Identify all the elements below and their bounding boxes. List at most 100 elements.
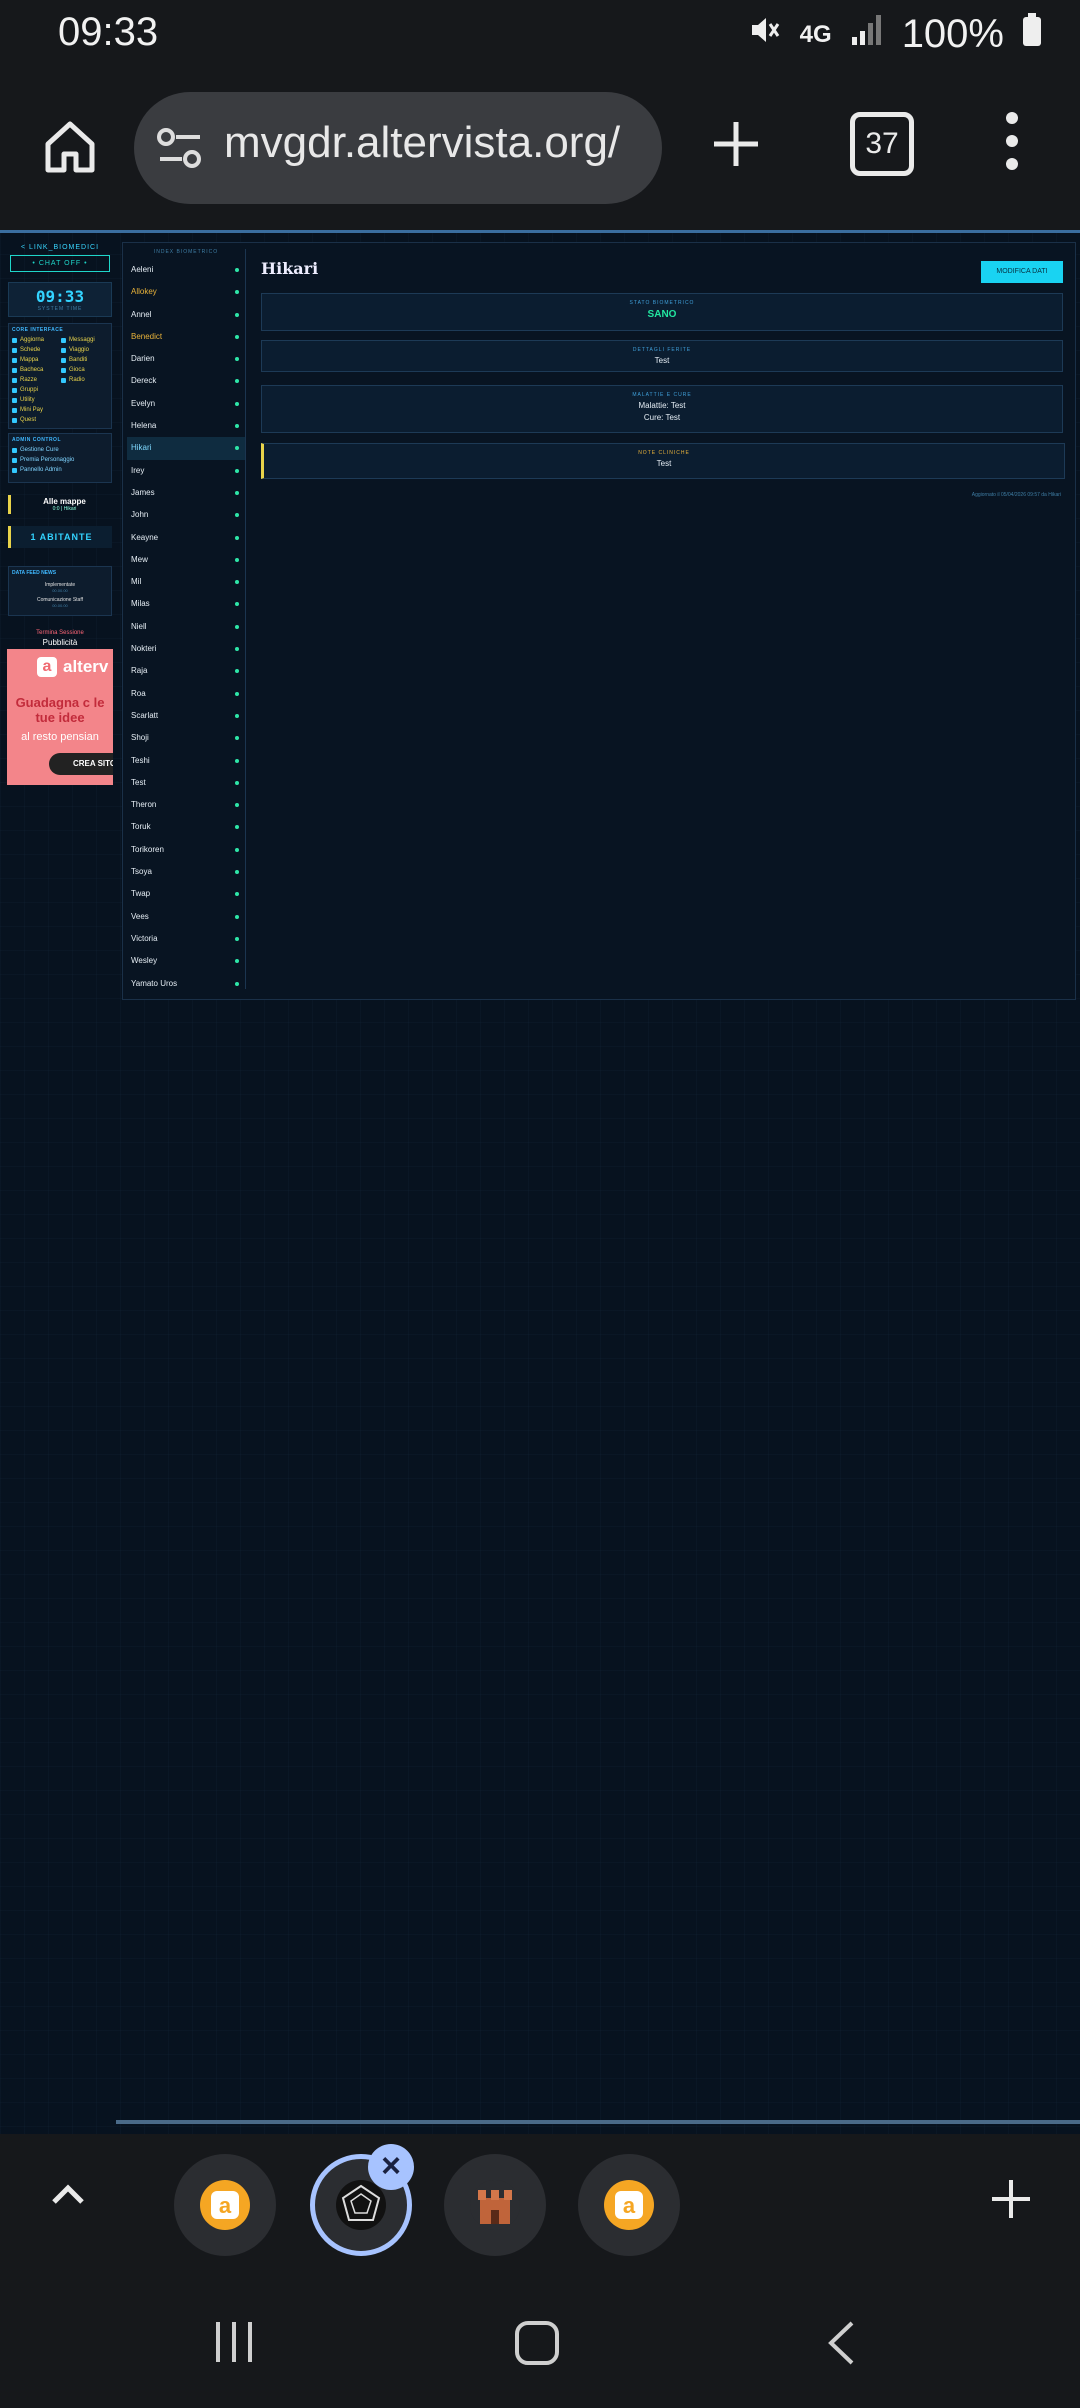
character-item-active[interactable]: Hikari xyxy=(127,437,245,460)
admin-item[interactable]: Premia Personaggio xyxy=(12,457,108,463)
character-item[interactable]: Allokey xyxy=(127,281,245,303)
nav-item[interactable]: Aggiorna xyxy=(12,337,59,343)
cure-line: Cure: Test xyxy=(643,413,681,422)
character-item[interactable]: Evelyn xyxy=(127,393,245,415)
home-icon[interactable] xyxy=(40,116,100,176)
character-item[interactable]: Mil xyxy=(127,571,245,593)
ad-headline: Guadagna c le tue idee xyxy=(15,695,105,725)
admin-icon xyxy=(12,467,17,473)
recent-apps-icon[interactable] xyxy=(212,2320,256,2369)
nav-item[interactable]: Razze xyxy=(12,377,59,383)
injury-value: Test xyxy=(654,356,670,365)
system-nav-bar xyxy=(0,2276,1080,2408)
character-item[interactable]: Theron xyxy=(127,794,245,816)
character-item[interactable]: Yamato Uros xyxy=(127,973,245,995)
ad-brand: alterv xyxy=(63,657,109,676)
maps-link[interactable]: Alle mappe 0:0 | Hikari xyxy=(8,495,112,514)
character-item[interactable]: Mew xyxy=(127,549,245,571)
character-item[interactable]: Niell xyxy=(127,616,245,638)
nav-item[interactable]: Gioca xyxy=(61,367,108,373)
residents-count: 1 ABITANTE xyxy=(8,526,112,548)
status-icons: 4G 100% xyxy=(748,12,1042,57)
nav-icon xyxy=(12,347,17,353)
nav-item[interactable]: Quest xyxy=(12,417,59,423)
add-tab-icon[interactable] xyxy=(990,2178,1032,2220)
nav-item[interactable]: Messaggi xyxy=(61,337,108,343)
admin-item[interactable]: Gestione Cure xyxy=(12,447,108,453)
character-item[interactable]: Teshi xyxy=(127,750,245,772)
nav-item[interactable]: Mini Pay xyxy=(12,407,59,413)
character-item[interactable]: Benedict xyxy=(127,326,245,348)
character-item[interactable]: Annel xyxy=(127,304,245,326)
nav-item[interactable]: Viaggio xyxy=(61,347,108,353)
nav-icon xyxy=(12,357,17,363)
system-clock-label: SYSTEM TIME xyxy=(37,306,83,312)
character-item[interactable]: Roa xyxy=(127,683,245,705)
page-bottom-scrollbar[interactable] xyxy=(116,2120,1080,2124)
link-header[interactable]: < LINK_BIOMEDICI xyxy=(6,244,114,251)
character-item[interactable]: Vees xyxy=(127,906,245,928)
altervista-icon: a xyxy=(604,2180,654,2230)
ad-cta-button[interactable]: CREA SITO xyxy=(49,753,113,775)
address-bar[interactable]: mvgdr.altervista.org/ xyxy=(134,92,662,204)
character-item[interactable]: Keayne xyxy=(127,527,245,549)
character-item[interactable]: Nokteri xyxy=(127,638,245,660)
injury-label: DETTAGLI FERITE xyxy=(632,347,692,353)
logout-link[interactable]: Termina Sessione xyxy=(6,630,114,636)
tab-switcher-button[interactable]: 37 xyxy=(850,112,914,176)
nav-item[interactable]: Banditi xyxy=(61,357,108,363)
character-item[interactable]: Torikoren xyxy=(127,839,245,861)
character-item[interactable]: Test xyxy=(127,772,245,794)
chat-toggle-button[interactable]: • CHAT OFF • xyxy=(10,255,110,272)
svg-text:a: a xyxy=(623,2193,636,2218)
mute-icon xyxy=(748,12,782,57)
nav-item[interactable]: Gruppi xyxy=(12,387,59,393)
signal-icon xyxy=(850,12,884,57)
character-item[interactable]: Helena xyxy=(127,415,245,437)
back-icon[interactable] xyxy=(826,2320,856,2371)
dodecahedron-icon xyxy=(336,2180,386,2230)
chevron-up-icon[interactable] xyxy=(50,2176,86,2212)
close-tab-icon[interactable]: × xyxy=(368,2144,414,2190)
character-item[interactable]: Milas xyxy=(127,593,245,615)
injury-card: DETTAGLI FERITE Test xyxy=(261,340,1063,372)
character-item[interactable]: Darien xyxy=(127,348,245,370)
more-menu-icon[interactable] xyxy=(1002,112,1022,182)
character-item[interactable]: James xyxy=(127,482,245,504)
nav-item[interactable]: Radio xyxy=(61,377,108,383)
character-item[interactable]: Toruk xyxy=(127,816,245,838)
character-item[interactable]: Wesley xyxy=(127,950,245,972)
nav-icon xyxy=(12,397,17,403)
character-item[interactable]: Irey xyxy=(127,460,245,482)
nav-item[interactable]: Utility xyxy=(12,397,59,403)
svg-text:a: a xyxy=(219,2193,232,2218)
character-item[interactable]: John xyxy=(127,504,245,526)
system-clock: 09:33 SYSTEM TIME xyxy=(8,282,112,317)
new-tab-icon[interactable] xyxy=(708,116,764,172)
site-settings-icon[interactable] xyxy=(156,126,204,170)
status-bar: 09:33 4G 100% xyxy=(0,0,1080,72)
altervista-icon: a xyxy=(200,2180,250,2230)
character-item[interactable]: Twap xyxy=(127,883,245,905)
character-item[interactable]: Tsoya xyxy=(127,861,245,883)
character-item[interactable]: Scarlatt xyxy=(127,705,245,727)
nav-item[interactable]: Bacheca xyxy=(12,367,59,373)
character-rows: Aeleni Allokey Annel Benedict Darien Dereck Ev… xyxy=(127,259,245,995)
admin-item[interactable]: Pannello Admin xyxy=(12,467,108,473)
character-item[interactable]: Dereck xyxy=(127,370,245,392)
character-item[interactable]: Raja xyxy=(127,660,245,682)
tab-thumb[interactable] xyxy=(444,2154,546,2256)
edit-data-button[interactable]: MODIFICA DATI xyxy=(981,261,1063,283)
nav-item[interactable]: Mappa xyxy=(12,357,59,363)
tab-thumb[interactable]: a xyxy=(578,2154,680,2256)
tab-thumb[interactable]: a xyxy=(174,2154,276,2256)
home-nav-icon[interactable] xyxy=(514,2320,560,2371)
clinical-notes-card: NOTE CLINICHE Test xyxy=(261,443,1065,479)
nav-item[interactable]: Schede xyxy=(12,347,59,353)
character-item[interactable]: Aeleni xyxy=(127,259,245,281)
character-item[interactable]: Victoria xyxy=(127,928,245,950)
advertisement-banner[interactable]: a alterv Guadagna c le tue idee al resto… xyxy=(7,649,113,785)
web-page: < LINK_BIOMEDICI • CHAT OFF • 09:33 SYST… xyxy=(0,230,1080,2134)
last-updated: Aggiornato il 05/04/2026 09:57 da Hikari xyxy=(971,492,1061,498)
character-item[interactable]: Shoji xyxy=(127,727,245,749)
